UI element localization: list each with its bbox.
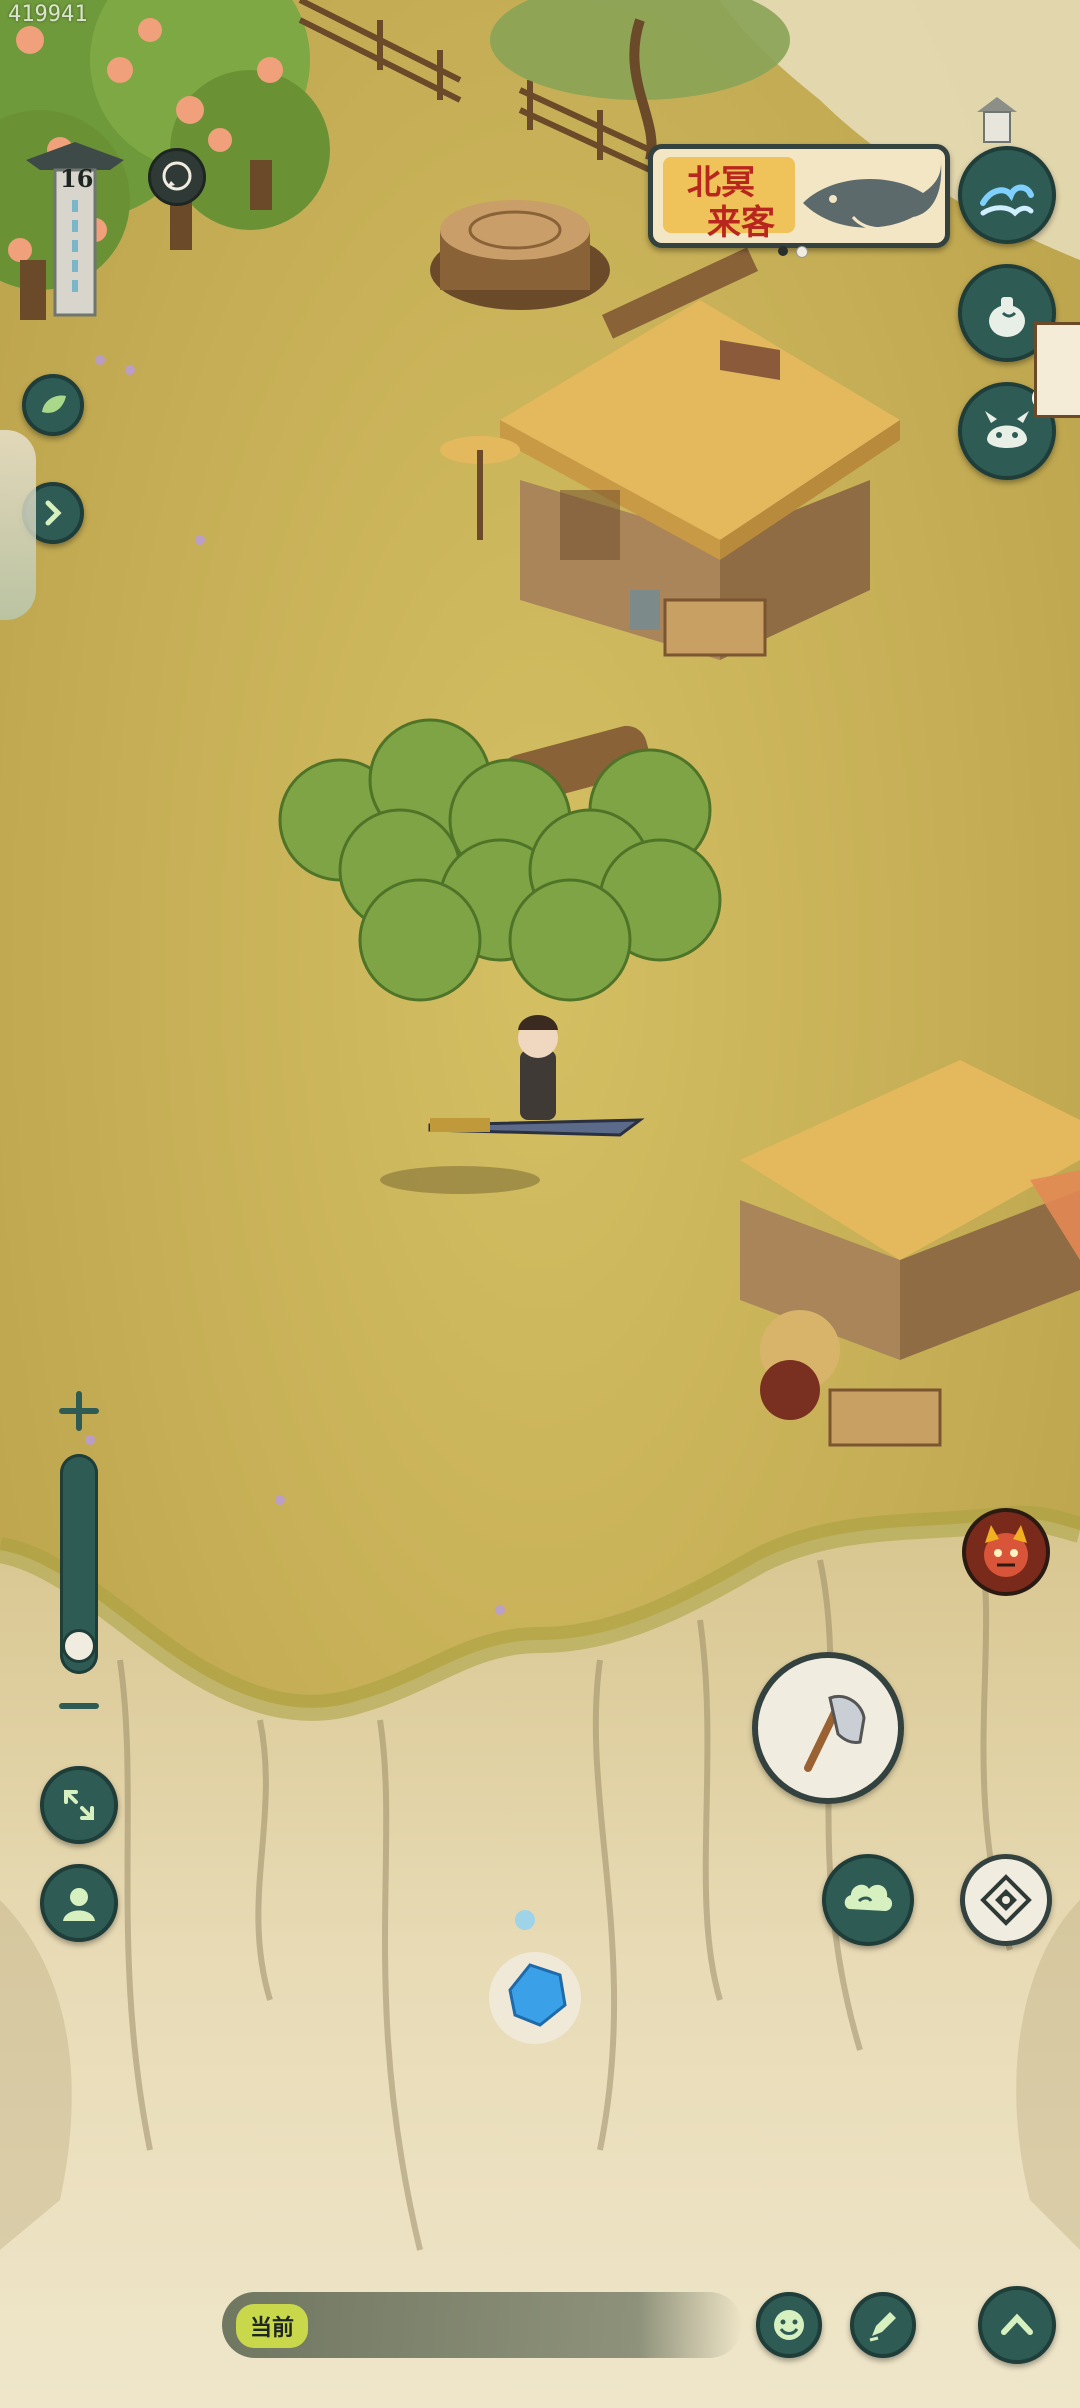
axe-action-button[interactable] — [752, 1652, 904, 1804]
cloud-icon — [844, 1884, 893, 1911]
cloud-skill-button[interactable] — [822, 1854, 914, 1946]
event-banner-line2: 来客 — [707, 203, 775, 243]
level-value: 16 — [60, 164, 94, 193]
chevron-right-icon — [45, 500, 62, 526]
compass-icon — [980, 1874, 1032, 1926]
level-marker[interactable]: 16 — [20, 140, 130, 320]
wave-button[interactable] — [958, 146, 1056, 244]
current-channel-label: 当前 — [236, 2304, 309, 2348]
smile-icon — [774, 2310, 804, 2340]
signboard — [1034, 322, 1080, 418]
chat-channel-bar[interactable]: 当前 — [222, 2292, 742, 2358]
expand-icon — [64, 1790, 94, 1820]
zoom-out-button[interactable] — [54, 1688, 104, 1724]
axe-icon — [804, 1695, 866, 1772]
game-scene — [0, 0, 1080, 2408]
overlay-counter: 419941 — [8, 2, 88, 27]
edit-button[interactable] — [850, 2292, 916, 2358]
gourd-icon — [989, 297, 1025, 337]
chevron-up-icon — [1001, 2313, 1033, 2335]
zoom-slider[interactable] — [60, 1454, 98, 1674]
portrait-icon — [63, 1888, 95, 1921]
demon-icon — [984, 1525, 1028, 1577]
chat-bubble-button[interactable] — [148, 148, 206, 206]
plus-icon — [59, 1391, 99, 1431]
zoom-in-button[interactable] — [54, 1386, 104, 1436]
emote-button[interactable] — [756, 2292, 822, 2358]
leaf-icon — [42, 395, 66, 413]
banner-page-dots — [778, 246, 808, 258]
demon-skill-button[interactable] — [962, 1508, 1050, 1596]
minus-icon — [59, 1703, 99, 1709]
collapse-up-button[interactable] — [978, 2286, 1056, 2364]
character-portrait-button[interactable] — [40, 1864, 118, 1942]
brush-icon — [869, 2312, 896, 2342]
fullscreen-button[interactable] — [40, 1766, 118, 1844]
monster-icon — [985, 411, 1029, 448]
zoom-slider-thumb[interactable] — [62, 1628, 96, 1663]
leaf-button[interactable] — [22, 374, 84, 436]
compass-skill-button[interactable] — [960, 1854, 1052, 1946]
whale-icon — [803, 163, 942, 231]
lantern-icon — [972, 92, 1022, 148]
speech-bubble-icon — [162, 161, 192, 191]
wave-icon — [980, 184, 1034, 217]
event-banner[interactable]: 北冥 来客 — [648, 144, 950, 248]
side-character-peek — [0, 430, 36, 620]
